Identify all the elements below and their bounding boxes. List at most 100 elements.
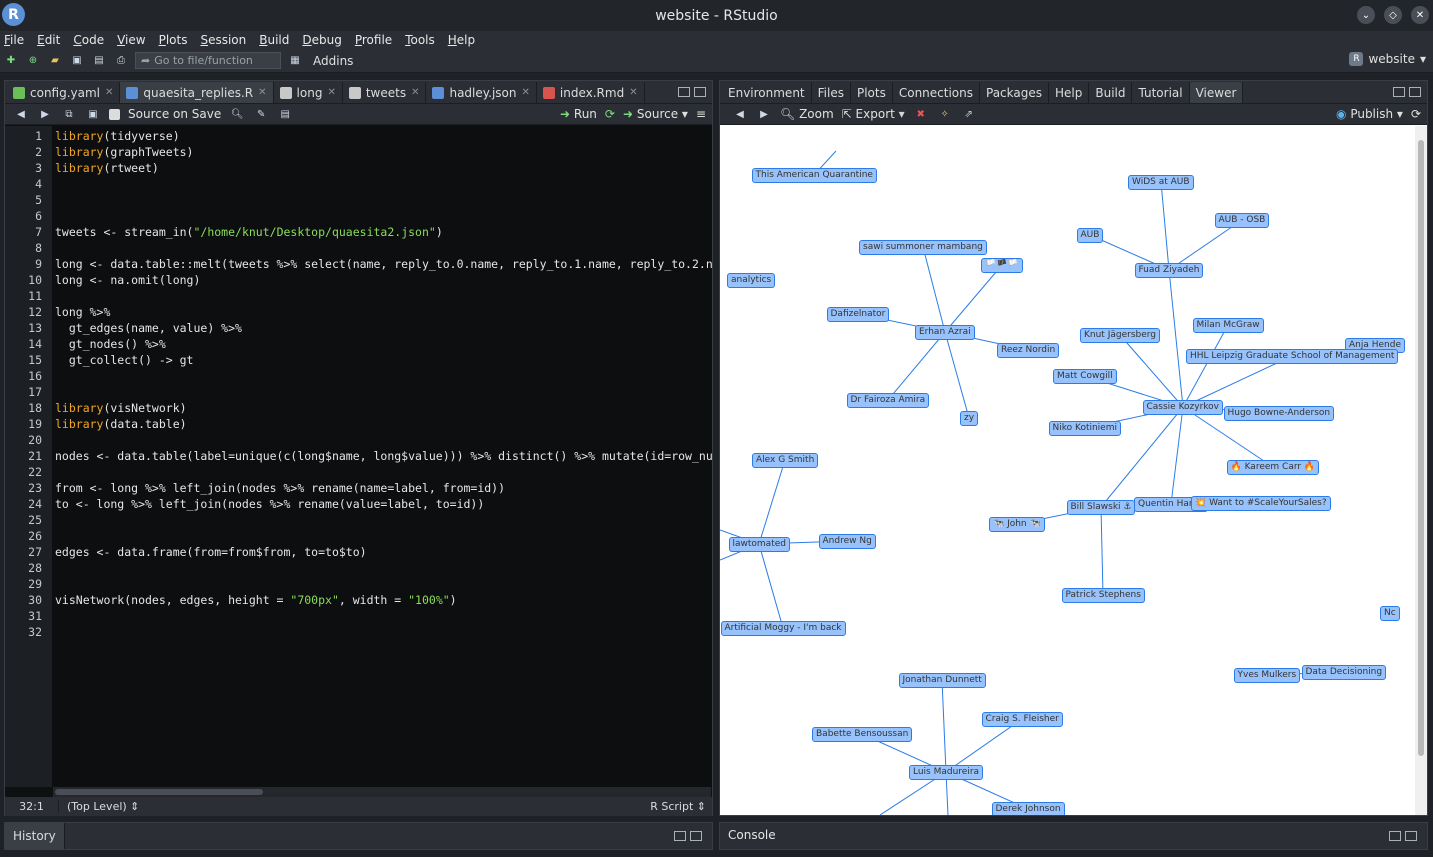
network-node[interactable]: Dafizelnator bbox=[826, 307, 890, 322]
network-node[interactable]: Cassie Kozyrkov bbox=[1142, 400, 1224, 415]
code-line[interactable]: gt_nodes() %>% bbox=[55, 336, 712, 352]
menu-file[interactable]: File bbox=[4, 33, 24, 47]
menu-help[interactable]: Help bbox=[448, 33, 475, 47]
restore-pane-icon[interactable] bbox=[1389, 831, 1401, 841]
menu-build[interactable]: Build bbox=[259, 33, 289, 47]
tab-files[interactable]: Files bbox=[811, 82, 851, 103]
network-node[interactable]: Alex G Smith bbox=[752, 453, 819, 468]
menu-debug[interactable]: Debug bbox=[302, 33, 341, 47]
tab-build[interactable]: Build bbox=[1089, 82, 1133, 103]
minimize-button[interactable]: ⌄ bbox=[1357, 6, 1375, 24]
goto-file-input[interactable]: ➦ Go to file/function bbox=[135, 52, 281, 69]
network-node[interactable]: HHL Leipzig Graduate School of Managemen… bbox=[1186, 349, 1399, 364]
vertical-scrollbar[interactable] bbox=[1415, 126, 1427, 815]
print-icon[interactable]: ⎙ bbox=[113, 53, 129, 69]
network-node[interactable]: 🏳️🏴🏳️ bbox=[981, 258, 1023, 273]
maximize-pane-icon[interactable] bbox=[1409, 87, 1421, 97]
code-line[interactable]: library(data.table) bbox=[55, 416, 712, 432]
tab-quaesita-replies[interactable]: quaesita_replies.R ✕ bbox=[120, 82, 274, 103]
network-node[interactable]: Hugo Bowne-Anderson bbox=[1223, 406, 1335, 421]
network-node[interactable]: Derek Johnson bbox=[991, 802, 1065, 815]
menu-session[interactable]: Session bbox=[200, 33, 246, 47]
outline-icon[interactable]: ≡ bbox=[696, 107, 706, 121]
network-node[interactable]: 🐄 John 🐄 bbox=[989, 517, 1045, 532]
clear-viewer-icon[interactable]: ✖ bbox=[913, 106, 929, 122]
code-line[interactable]: long <- data.table::melt(tweets %>% sele… bbox=[55, 256, 712, 272]
network-node[interactable]: WiDS at AUB bbox=[1128, 175, 1194, 190]
network-node[interactable]: lawtomated bbox=[728, 537, 790, 552]
compile-report-icon[interactable]: ▤ bbox=[277, 106, 293, 122]
code-line[interactable]: from <- long %>% left_join(nodes %>% ren… bbox=[55, 480, 712, 496]
network-node[interactable]: Bill Slawski ⚓ bbox=[1066, 500, 1136, 515]
filetype-selector[interactable]: R Script ⇕ bbox=[650, 800, 706, 813]
code-line[interactable]: visNetwork(nodes, edges, height = "700px… bbox=[55, 592, 712, 608]
network-node[interactable]: Niko Kotiniemi bbox=[1048, 421, 1121, 436]
tab-connections[interactable]: Connections bbox=[892, 82, 980, 103]
back-arrow-icon[interactable]: ◀ bbox=[732, 106, 748, 122]
network-canvas[interactable]: This American Quarantine WiDS at AUB AUB -… bbox=[720, 126, 1415, 815]
menu-plots[interactable]: Plots bbox=[159, 33, 188, 47]
tab-plots[interactable]: Plots bbox=[850, 82, 893, 103]
menu-code[interactable]: Code bbox=[73, 33, 104, 47]
export-button[interactable]: ⇱ Export ▾ bbox=[842, 107, 905, 121]
network-node[interactable]: Matt Cowgill bbox=[1053, 369, 1117, 384]
network-node[interactable]: analytics bbox=[727, 273, 776, 288]
search-icon[interactable]: 🔍︎ bbox=[229, 106, 245, 122]
show-in-window-icon[interactable]: ⧉ bbox=[61, 106, 77, 122]
code-line[interactable]: gt_collect() -> gt bbox=[55, 352, 712, 368]
new-project-icon[interactable]: ⊕ bbox=[25, 53, 41, 69]
scrollbar-thumb[interactable] bbox=[55, 789, 263, 795]
tab-environment[interactable]: Environment bbox=[722, 82, 812, 103]
menu-profile[interactable]: Profile bbox=[355, 33, 392, 47]
open-file-icon[interactable]: ▰ bbox=[47, 53, 63, 69]
scope-selector[interactable]: (Top Level) ⇕ bbox=[59, 800, 139, 813]
restore-pane-icon[interactable] bbox=[674, 831, 686, 841]
code-line[interactable] bbox=[55, 624, 712, 640]
addins-button[interactable]: Addins bbox=[313, 54, 353, 68]
code-line[interactable] bbox=[55, 432, 712, 448]
network-node[interactable]: Erhan Azrai bbox=[915, 325, 975, 340]
code-line[interactable]: long <- na.omit(long) bbox=[55, 272, 712, 288]
code-line[interactable]: tweets <- stream_in("/home/knut/Desktop/… bbox=[55, 224, 712, 240]
save-icon[interactable]: ▣ bbox=[69, 53, 85, 69]
network-node[interactable]: zy bbox=[960, 411, 979, 426]
network-node[interactable]: Dr Fairoza Amira bbox=[846, 393, 930, 408]
code-line[interactable] bbox=[55, 288, 712, 304]
project-menu[interactable]: R website ▾ bbox=[1349, 52, 1426, 66]
code-line[interactable] bbox=[55, 512, 712, 528]
broom-icon[interactable]: ✧ bbox=[937, 106, 953, 122]
code-line[interactable]: gt_edges(name, value) %>% bbox=[55, 320, 712, 336]
tab-viewer[interactable]: Viewer bbox=[1189, 82, 1244, 103]
close-icon[interactable]: ✕ bbox=[258, 87, 266, 98]
menu-tools[interactable]: Tools bbox=[405, 33, 435, 47]
tab-packages[interactable]: Packages bbox=[980, 82, 1049, 103]
code-line[interactable] bbox=[55, 560, 712, 576]
network-node[interactable]: Artificial Moggy - I'm back bbox=[720, 621, 846, 636]
minimize-pane-icon[interactable] bbox=[678, 87, 690, 97]
close-icon[interactable]: ✕ bbox=[105, 87, 113, 98]
tab-long[interactable]: long ✕ bbox=[273, 82, 343, 103]
zoom-button[interactable]: 🔍︎ Zoom bbox=[780, 107, 834, 121]
network-node[interactable]: 🔥 Kareem Carr 🔥 bbox=[1226, 460, 1320, 475]
show-in-new-window-icon[interactable]: ⇗ bbox=[961, 106, 977, 122]
tab-console[interactable]: Console bbox=[728, 828, 776, 842]
network-node[interactable]: Fuad Ziyadeh bbox=[1134, 263, 1204, 278]
menu-edit[interactable]: Edit bbox=[37, 33, 60, 47]
save-icon[interactable]: ▣ bbox=[85, 106, 101, 122]
save-all-icon[interactable]: ▤ bbox=[91, 53, 107, 69]
code-line[interactable] bbox=[55, 240, 712, 256]
network-node[interactable]: Knut Jägersberg bbox=[1080, 328, 1161, 343]
code-line[interactable] bbox=[55, 368, 712, 384]
forward-arrow-icon[interactable]: ▶ bbox=[756, 106, 772, 122]
tab-tutorial[interactable]: Tutorial bbox=[1132, 82, 1190, 103]
network-node[interactable]: This American Quarantine bbox=[751, 168, 877, 183]
code-line[interactable]: library(visNetwork) bbox=[55, 400, 712, 416]
forward-arrow-icon[interactable]: ▶ bbox=[37, 106, 53, 122]
code-line[interactable] bbox=[55, 608, 712, 624]
close-icon[interactable]: ✕ bbox=[522, 87, 530, 98]
network-node[interactable]: Nc bbox=[1380, 606, 1400, 621]
code-line[interactable]: edges <- data.frame(from=from$from, to=t… bbox=[55, 544, 712, 560]
network-node[interactable]: Luis Madureira bbox=[909, 765, 984, 780]
network-node[interactable]: Reez Nordin bbox=[997, 343, 1060, 358]
maximize-pane-icon[interactable] bbox=[690, 831, 702, 841]
